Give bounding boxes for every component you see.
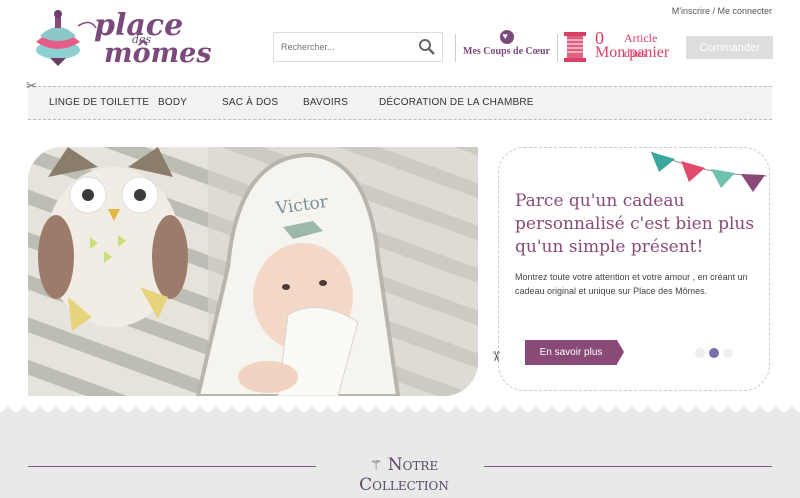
search-icon[interactable] [418, 38, 436, 56]
search-box [273, 32, 443, 62]
logo-word-momes: mômes [104, 38, 212, 69]
promo-title: Parce qu'un cadeau personnalisé c'est bi… [515, 191, 755, 257]
header-divider [455, 34, 456, 62]
bunting-decoration [650, 151, 768, 192]
search-input[interactable] [274, 33, 404, 61]
promo-card: Parce qu'un cadeau personnalisé c'est bi… [488, 147, 770, 391]
baby-with-owl-photo: Victor [28, 147, 478, 396]
nav-list: LINGE DE TOILETTE BODY SAC À DOS BAVOIRS… [28, 87, 772, 119]
spinning-top-icon [36, 10, 97, 66]
carousel-dots[interactable] [693, 347, 735, 359]
heart-icon: ♥ [499, 30, 514, 44]
header-divider [557, 34, 558, 62]
account-link-text[interactable]: M'inscrire / Me connecter [672, 6, 772, 16]
favorites-label: Mes Coups de Cœur [463, 46, 550, 57]
nav-item-sac-a-dos[interactable]: SAC À DOS [222, 97, 278, 108]
cart-label-bottom: Mon panier [595, 44, 670, 61]
thread-spool-icon [564, 32, 586, 62]
promo-text: Montrez toute votre attention et votre a… [515, 272, 748, 296]
favorites-link[interactable]: ♥ Mes Coups de Cœur [460, 30, 553, 64]
order-button[interactable]: Commander [686, 36, 773, 59]
nav-item-decoration-chambre[interactable]: DÉCORATION DE LA CHAMBRE [379, 97, 534, 108]
heading-rule-right [484, 466, 772, 467]
collection-title: ⚚ Notre Collection [324, 455, 484, 495]
nav-item-body[interactable]: BODY [158, 97, 187, 108]
site-logo[interactable]: place des mômes [28, 6, 218, 69]
learn-more-button[interactable]: En savoir plus [525, 340, 624, 365]
scissors-icon: ✂ [488, 350, 505, 363]
account-links[interactable]: M'inscrire / Me connecter [672, 6, 772, 16]
cart-link[interactable]: 0 Article dans Mon panier [562, 28, 678, 66]
zigzag-edge [0, 406, 800, 414]
magic-wand-icon: ⚚ [369, 458, 383, 474]
nav-item-linge-de-toilette[interactable]: LINGE DE TOILETTE [49, 97, 149, 108]
hero-image[interactable]: Victor [28, 147, 478, 396]
collection-heading: ⚚ Notre Collection [0, 455, 800, 495]
main-nav: ✂ LINGE DE TOILETTE BODY SAC À DOS BAVOI… [26, 78, 772, 120]
heading-rule-left [28, 466, 316, 467]
scissors-icon: ✂ [26, 78, 37, 93]
page: M'inscrire / Me connecter place des môme… [0, 0, 800, 498]
nav-item-bavoirs[interactable]: BAVOIRS [303, 97, 348, 108]
